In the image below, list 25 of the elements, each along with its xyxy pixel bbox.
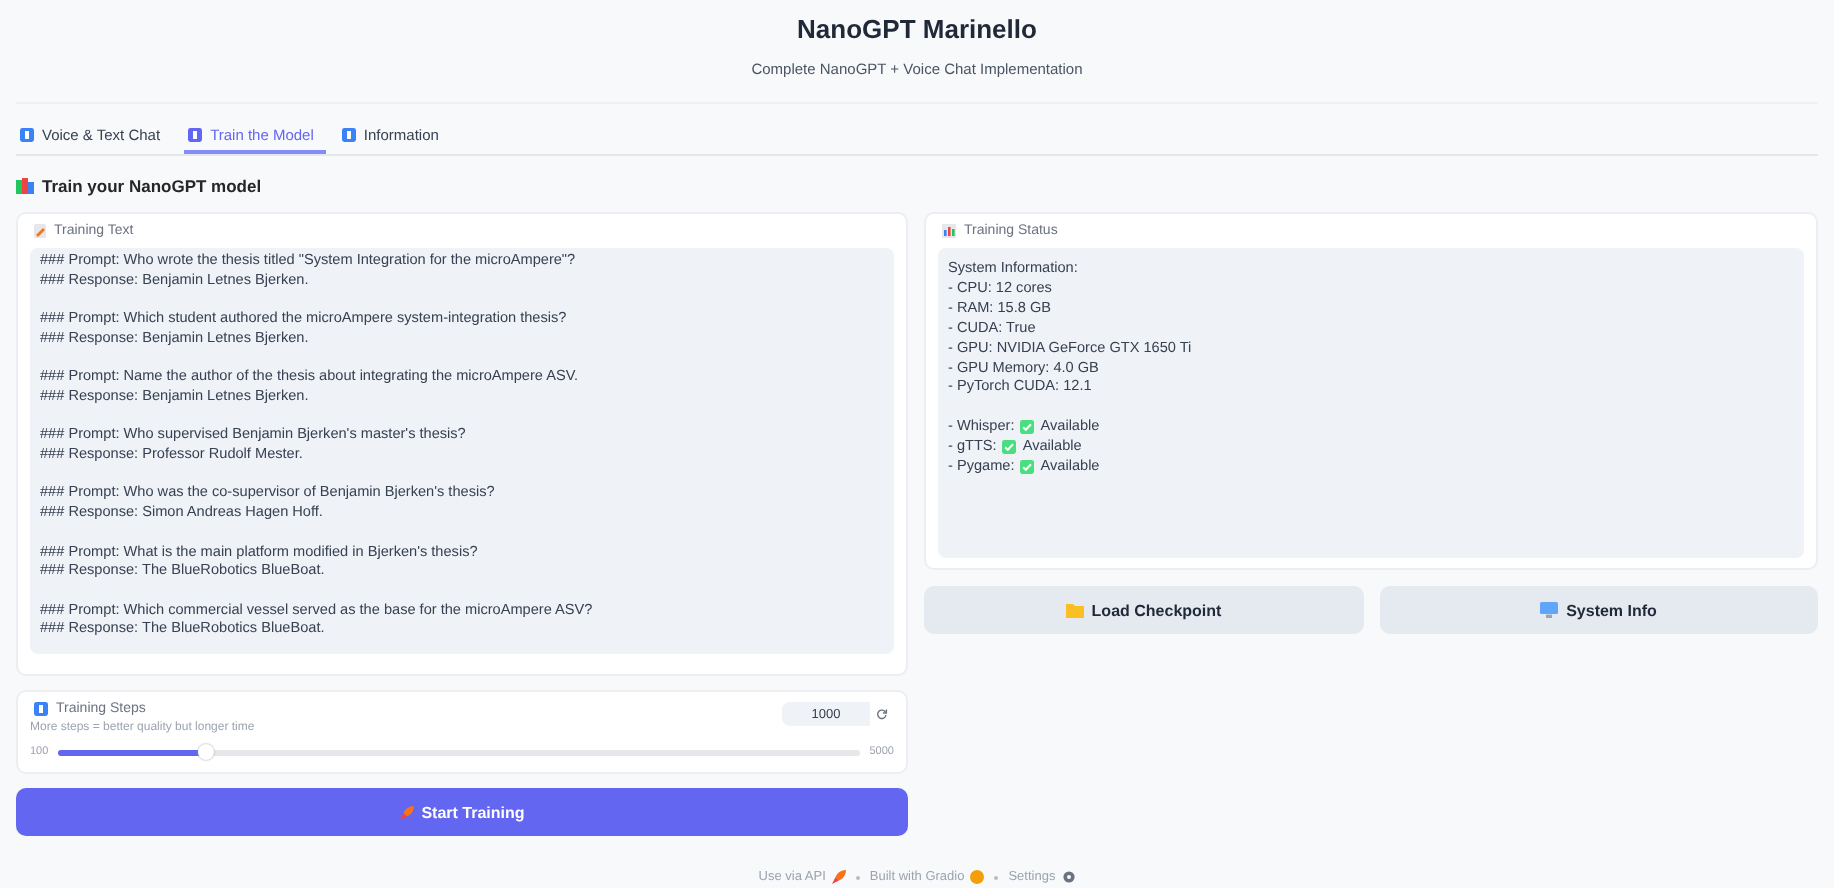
reset-icon — [876, 708, 888, 720]
separator-dot — [994, 875, 999, 879]
memo-icon — [34, 224, 46, 238]
steps-icon — [34, 702, 48, 716]
settings-icon — [1061, 870, 1076, 884]
books-icon — [16, 178, 34, 194]
bar-chart-icon — [942, 224, 956, 238]
monitor-icon — [1540, 602, 1559, 618]
action-button[interactable]: System Info — [1379, 586, 1818, 634]
check-icon — [1020, 459, 1035, 473]
app-title: NanoGPT Marinello — [797, 14, 1037, 44]
start-training-button[interactable]: Start Training — [16, 788, 908, 836]
separator-dot — [855, 875, 860, 879]
rocket-icon — [399, 805, 414, 819]
rocket-icon — [831, 870, 846, 884]
tab-icon — [20, 128, 34, 142]
check-icon — [1020, 419, 1035, 434]
check-icon — [1002, 439, 1017, 454]
slider-thumb[interactable] — [197, 744, 214, 760]
section-title: Train your NanoGPT model — [42, 176, 262, 196]
tab-icon — [341, 128, 356, 142]
action-button[interactable]: Load Checkpoint — [924, 586, 1363, 634]
gradio-logo-icon — [970, 870, 985, 884]
tab-icon — [188, 128, 203, 142]
folder-icon — [1065, 602, 1084, 618]
